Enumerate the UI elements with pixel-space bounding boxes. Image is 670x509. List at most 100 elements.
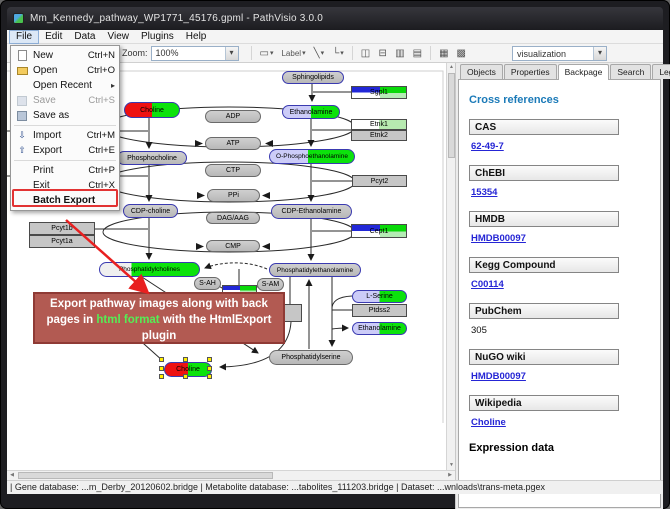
menu-item-exit[interactable]: Exit Ctrl+X [11,178,119,193]
label-tool-button[interactable]: Label▾ [278,46,308,61]
chevron-down-icon: ▾ [302,49,306,57]
gene-node-icon: ▭ [260,48,269,59]
menu-help[interactable]: Help [180,30,213,44]
link-cas[interactable]: 62-49-7 [471,141,504,152]
metabolite-node-phosphatidylcholines[interactable]: Phosphatidylcholines [99,262,200,277]
scrollbar-thumb[interactable] [18,472,273,479]
metabolite-node-cdp-ethanolamine[interactable]: CDP-Ethanolamine [271,204,352,219]
scroll-up-icon[interactable]: ▲ [447,63,456,72]
chevron-down-icon[interactable]: ▾ [593,47,606,60]
tab-properties[interactable]: Properties [504,64,557,79]
section-header-wikipedia: Wikipedia [469,395,619,411]
title-bar[interactable]: Mm_Kennedy_pathway_WP1771_45176.gpml - P… [7,7,663,30]
connector-tool-icon: └ [332,48,339,59]
window-title: Mm_Kennedy_pathway_WP1771_45176.gpml - P… [30,13,323,24]
canvas-vertical-scrollbar[interactable]: ▲ ▼ [446,63,455,470]
align-center-button[interactable]: ◫ [358,46,373,61]
menu-item-print[interactable]: Print Ctrl+P [11,163,119,178]
menu-item-import[interactable]: ⇩ Import Ctrl+M [11,128,119,143]
menu-separator [14,160,116,161]
distribute-horizontal-button[interactable]: ▥ [392,46,407,61]
selection-handle[interactable] [183,374,188,379]
metabolite-node-choline[interactable]: Choline [124,102,180,118]
tab-backpage[interactable]: Backpage [558,64,610,80]
link-wikipedia[interactable]: Choline [471,417,506,428]
metabolite-node-phosphatidylserine[interactable]: Phosphatidylserine [269,350,353,365]
gene-node-pcyt1a[interactable]: Pcyt1a [29,235,95,248]
metabolite-node-choline-selected[interactable]: Choline [164,362,212,377]
selection-handle[interactable] [207,374,212,379]
selection-handle[interactable] [159,374,164,379]
scroll-left-icon[interactable]: ◀ [7,471,17,480]
visualization-combobox[interactable]: visualization ▾ [512,46,607,61]
metabolite-node-ctp[interactable]: CTP [205,164,261,177]
scrollbar-thumb[interactable] [448,73,455,158]
selection-handle[interactable] [183,357,188,362]
link-hmdb[interactable]: HMDB00097 [471,233,526,244]
label-tool-text: Label [281,49,301,58]
link-chebi[interactable]: 15354 [471,187,497,198]
menu-edit[interactable]: Edit [39,30,68,44]
metabolite-node-sphingolipids[interactable]: Sphingolipids [282,71,344,84]
line-tool-button[interactable]: ╲▾ [311,46,328,61]
app-icon [13,13,24,24]
metabolite-node-atp[interactable]: ATP [205,137,261,150]
menu-view[interactable]: View [101,30,135,44]
gene-node-pcyt1b[interactable]: Pcyt1b [29,222,95,235]
menu-item-new[interactable]: New Ctrl+N [11,48,119,63]
align-center-icon: ◫ [361,48,370,59]
menu-file[interactable]: File [9,30,39,44]
menu-item-batch-export[interactable]: Batch Export [11,193,119,208]
menu-data[interactable]: Data [68,30,101,44]
metabolite-node-cmp[interactable]: CMP [206,240,260,252]
metabolite-node-ethanolamine[interactable]: Ethanolamine [282,105,340,119]
metabolite-node-cdp-choline[interactable]: CDP-choline [123,204,178,218]
print-icon: ▩ [457,48,466,59]
distribute-vertical-button[interactable]: ▤ [410,46,425,61]
metabolite-node-dag-aag[interactable]: DAG/AAG [206,212,260,224]
menu-item-save[interactable]: Save Ctrl+S [11,93,119,108]
menu-item-save-as[interactable]: Save as [11,108,119,123]
chevron-down-icon[interactable]: ▾ [225,47,238,60]
tab-legend[interactable]: Legend [652,64,670,79]
link-kegg[interactable]: C00114 [471,279,504,290]
annotation-text: with the HtmlExport plugin [142,314,272,342]
metabolite-node-o-phosphoethanolamine[interactable]: O-Phosphoethanolamine [269,149,355,164]
gene-node-cept1[interactable]: Cept1 [351,224,407,238]
gene-node-sgpl1[interactable]: Sgpl1 [351,86,407,99]
tab-search[interactable]: Search [610,64,651,79]
gene-tool-button[interactable]: ▭▾ [257,46,277,61]
toolbar-separator [430,46,431,60]
gene-node-ptdss2[interactable]: Ptdss2 [352,304,407,317]
metabolite-node-ethanolamine-bottom[interactable]: Ethanolamine [352,322,407,335]
menu-item-open-recent[interactable]: Open Recent ▸ [11,78,119,93]
menu-item-open[interactable]: Open Ctrl+O [11,63,119,78]
selection-handle[interactable] [207,357,212,362]
gene-node-etnk2[interactable]: Etnk2 [351,130,407,141]
selection-handle[interactable] [159,357,164,362]
metabolite-node-phosphocholine[interactable]: Phosphocholine [117,151,187,165]
gene-node-etnk1[interactable]: Etnk1 [351,119,407,130]
gene-node-pcyt2[interactable]: Pcyt2 [352,175,407,187]
metabolite-node-sam[interactable]: S-AM [257,278,284,291]
connector-tool-button[interactable]: └▾ [329,46,347,61]
metabolite-node-sah[interactable]: S-AH [194,277,221,290]
canvas-horizontal-scrollbar[interactable]: ◀ ▶ [7,470,455,480]
metabolite-node-l-serine[interactable]: L-Serine [352,290,407,303]
menu-item-export[interactable]: ⇧ Export Ctrl+E [11,143,119,158]
align-middle-button[interactable]: ⊟ [375,46,390,61]
selection-handle[interactable] [159,366,164,371]
metabolite-node-phosphatidylethanolamine[interactable]: Phosphatidylethanolamine [269,263,361,277]
stack-button[interactable]: ▦ [436,46,451,61]
scroll-right-icon[interactable]: ▶ [445,471,455,480]
zoom-combobox[interactable]: 100% ▾ [151,46,239,61]
scroll-down-icon[interactable]: ▼ [447,461,456,470]
metabolite-node-ppi[interactable]: PPi [207,189,260,202]
menu-plugins[interactable]: Plugins [135,30,180,44]
metabolite-node-adp[interactable]: ADP [205,110,261,123]
link-nugo[interactable]: HMDB00097 [471,371,526,382]
selection-handle[interactable] [207,366,212,371]
tab-objects[interactable]: Objects [460,64,503,79]
menu-separator [14,125,116,126]
print-button[interactable]: ▩ [454,46,469,61]
